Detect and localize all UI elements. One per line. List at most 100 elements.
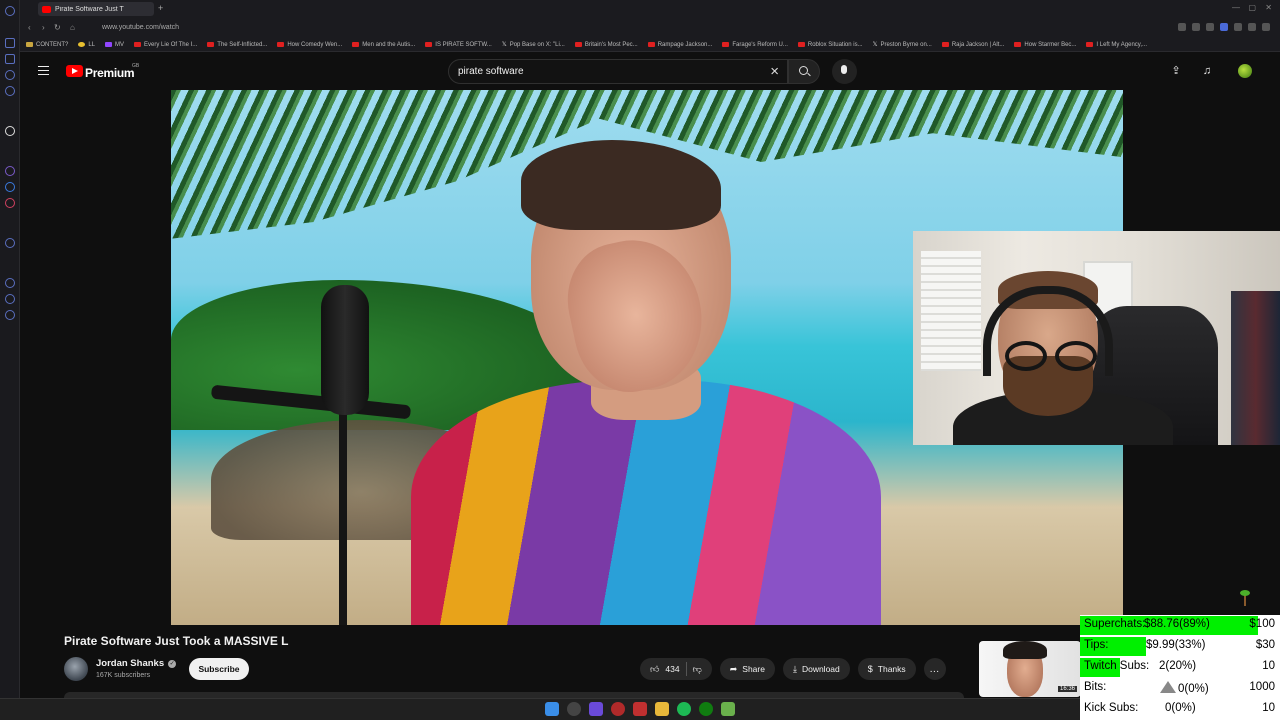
xbox-icon[interactable]	[699, 702, 713, 716]
channel-name[interactable]: Jordan Shanks	[96, 658, 164, 669]
bookmark-label: How Comedy Wen...	[287, 41, 343, 48]
box-icon[interactable]	[5, 294, 15, 304]
goal-value: 0(0%)	[1178, 683, 1209, 695]
like-count[interactable]: 434	[665, 664, 679, 674]
download-browser-icon[interactable]	[1262, 23, 1270, 31]
taskbar-search-icon[interactable]	[567, 702, 581, 716]
vpn-icon[interactable]	[1220, 23, 1228, 31]
brand-label[interactable]: Premium	[85, 66, 135, 80]
scene-microphone	[321, 285, 369, 415]
reload-icon[interactable]: ↻	[54, 23, 61, 32]
account-avatar[interactable]	[1238, 64, 1252, 78]
bookmark-item[interactable]: Roblox Situation is...	[797, 42, 863, 48]
zoom-icon[interactable]	[1178, 23, 1186, 31]
bookmark-item[interactable]: 𝕏 Pop Base on X: "Li...	[501, 41, 565, 49]
subscribe-button[interactable]: Subscribe	[189, 658, 249, 680]
forward-icon[interactable]: ›	[42, 23, 45, 32]
share-button[interactable]: ➦ Share	[719, 658, 775, 680]
tab-active[interactable]: Pirate Software Just T	[38, 2, 154, 16]
goal-value-group: 0(0%)	[1160, 681, 1209, 695]
bookmark-item[interactable]: LL	[78, 42, 95, 48]
bookmark-item[interactable]: Rampage Jackson...	[647, 42, 712, 48]
spotify-icon[interactable]	[677, 702, 691, 716]
back-icon[interactable]: ‹	[28, 23, 31, 32]
thanks-button[interactable]: $ Thanks	[857, 658, 916, 680]
ai-icon[interactable]	[5, 126, 15, 136]
bookmark-item[interactable]: 𝕏 Preston Byrne on...	[873, 41, 932, 49]
puzzle-icon[interactable]	[1248, 23, 1256, 31]
app-icon-purple[interactable]	[589, 702, 603, 716]
thumbs-down-icon[interactable]: 👎︎	[693, 664, 702, 675]
browser-tab-bar: Pirate Software Just T + — ▢ ✕	[20, 0, 1280, 18]
settings-icon[interactable]	[5, 310, 15, 320]
youtube-logo-icon[interactable]	[66, 65, 83, 77]
file-explorer-icon[interactable]	[655, 702, 669, 716]
twitch-icon	[105, 42, 113, 47]
new-tab-button[interactable]: +	[158, 3, 163, 13]
bookmark-item[interactable]: How Comedy Wen...	[277, 42, 342, 48]
extensions-icon[interactable]	[5, 54, 15, 64]
browser-taskbar-icon[interactable]	[611, 702, 625, 716]
folder-icon	[26, 42, 33, 47]
browser-logo-icon[interactable]	[5, 6, 15, 16]
youtube-icon	[647, 42, 655, 47]
bookmark-item[interactable]: MV	[105, 42, 124, 48]
bookmark-item[interactable]: How Starmer Bec...	[1014, 42, 1076, 48]
bookmark-icon[interactable]	[1206, 23, 1214, 31]
maximize-icon[interactable]: ▢	[1248, 3, 1256, 12]
hamburger-icon[interactable]	[38, 66, 49, 75]
clear-search-icon[interactable]: ×	[770, 63, 779, 80]
heart-icon[interactable]	[1234, 23, 1242, 31]
close-window-icon[interactable]: ✕	[1265, 3, 1272, 12]
thumbs-up-icon[interactable]: 👍︎	[650, 664, 659, 675]
bookmark-item[interactable]: Every Lie Of The I...	[134, 42, 197, 48]
channel-avatar[interactable]	[64, 657, 88, 681]
clock-icon[interactable]	[5, 278, 15, 288]
sprout-icon	[1240, 590, 1250, 606]
bookmark-item[interactable]: Men and the Autis...	[352, 42, 415, 48]
more-actions-button[interactable]: ...	[923, 658, 946, 680]
bookmarks-bar: CONTENT? LL MV Every Lie Of The I... The Sel…	[20, 38, 1280, 52]
minimize-icon[interactable]: —	[1232, 3, 1240, 12]
goal-target: 1000	[1249, 681, 1275, 693]
history-icon[interactable]	[5, 86, 15, 96]
search-button[interactable]	[788, 59, 820, 84]
youtube-icon	[1086, 42, 1094, 47]
x-icon: 𝕏	[501, 42, 507, 48]
bookmark-item[interactable]: Britain's Most Pec...	[574, 42, 638, 48]
webcam-overlay	[913, 231, 1280, 445]
extension-icons	[1178, 23, 1270, 31]
app-icon-red[interactable]	[633, 702, 647, 716]
upload-icon[interactable]: ⇪	[1170, 65, 1182, 77]
youtube-icon	[797, 42, 805, 47]
messenger-icon[interactable]	[5, 70, 15, 80]
url-field[interactable]: www.youtube.com/watch	[102, 24, 179, 31]
bookmark-item[interactable]: Farage's Reform U...	[722, 42, 788, 48]
bookmark-label: Raja Jackson | Alt...	[951, 41, 1005, 48]
channel-name-row[interactable]: Jordan Shanks ✓	[96, 658, 177, 669]
search-box[interactable]: pirate software ×	[448, 59, 788, 84]
app-icon-green[interactable]	[721, 702, 735, 716]
twitch-icon[interactable]	[5, 166, 15, 176]
player-icon[interactable]	[5, 238, 15, 248]
workspace-icon[interactable]	[5, 38, 15, 48]
youtube-icon	[425, 42, 433, 47]
bookmark-item[interactable]: I Left My Agency,...	[1086, 42, 1147, 48]
instagram-icon[interactable]	[5, 198, 15, 208]
bookmark-label: LL	[88, 41, 96, 48]
webcam-clothes-rack	[1231, 291, 1280, 445]
bookmark-label: MV	[115, 41, 125, 48]
bookmark-item[interactable]: Raja Jackson | Alt...	[941, 41, 1005, 48]
bookmark-item[interactable]: IS PIRATE SOFTW...	[425, 42, 492, 48]
messenger-app-icon[interactable]	[5, 182, 15, 192]
voice-search-button[interactable]	[832, 59, 857, 84]
search-input[interactable]: pirate software	[458, 66, 524, 77]
bell-icon[interactable]: ♫	[1201, 65, 1213, 77]
start-menu-icon[interactable]	[545, 702, 559, 716]
goal-value-group: 2(20%)	[1159, 660, 1196, 672]
bookmark-item[interactable]: CONTENT?	[26, 42, 68, 48]
download-button[interactable]: ⤓ Download	[782, 658, 850, 680]
bookmark-item[interactable]: The Self-Inflicted...	[207, 42, 267, 48]
screenshot-icon[interactable]	[1192, 23, 1200, 31]
thumbnail-duration: 16:36	[1058, 686, 1078, 692]
